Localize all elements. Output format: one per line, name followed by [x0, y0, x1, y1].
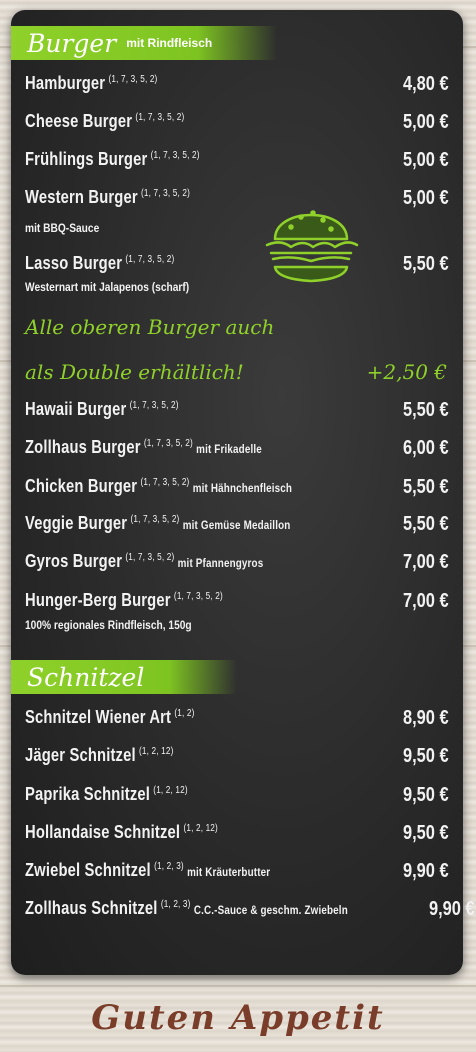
item-price: 7,00 €	[403, 590, 449, 612]
item-allergens: (1, 7, 3, 5, 2)	[141, 188, 190, 199]
item-name: Hunger-Berg Burger	[25, 590, 171, 610]
item-name: Schnitzel Wiener Art	[25, 707, 172, 727]
menu-item: Paprika Schnitzel (1, 2, 12) 9,50 €	[25, 784, 449, 807]
item-note: Westernart mit Jalapenos (scharf)	[25, 280, 190, 294]
burger-icon	[265, 210, 359, 283]
item-allergens: (1, 7, 3, 5, 2)	[129, 400, 179, 411]
item-price: 9,90 €	[428, 898, 475, 920]
item-name: Hawaii Burger	[25, 399, 127, 419]
menu-item: Gyros Burger (1, 7, 3, 5, 2) mit Pfannengy…	[25, 551, 449, 574]
item-name: Hollandaise Schnitzel	[25, 822, 181, 842]
item-name: Gyros Burger	[25, 551, 123, 571]
footer-greeting: Guten Appetit	[91, 998, 385, 1038]
item-price: 7,00 €	[403, 551, 449, 573]
item-name: Western Burger	[25, 187, 138, 207]
item-extra: mit Kräuterbutter	[187, 865, 271, 879]
item-name: Zollhaus Schnitzel	[25, 898, 158, 918]
menu-item: Jäger Schnitzel (1, 2, 12) 9,50 €	[25, 745, 449, 768]
item-price: 5,50 €	[403, 513, 449, 535]
item-extra: mit Hähnchenfleisch	[192, 481, 293, 495]
burger-section-banner: Burger mit Rindfleisch	[11, 26, 277, 60]
item-name: Zwiebel Schnitzel	[25, 860, 151, 880]
item-extra: C.C.-Sauce & geschm. Zwiebeln	[193, 903, 348, 917]
item-price: 9,90 €	[403, 860, 449, 882]
item-allergens: (1, 2, 12)	[183, 823, 218, 834]
item-price: 9,50 €	[403, 784, 449, 806]
menu-item: Lasso Burger (1, 7, 3, 5, 2) 5,50 €	[25, 253, 449, 276]
double-note-line1: Alle oberen Burger auch	[25, 315, 275, 339]
item-name: Hamburger	[25, 73, 106, 93]
item-note: mit BBQ-Sauce	[25, 221, 100, 235]
item-allergens: (1, 2, 12)	[153, 785, 188, 796]
item-allergens: (1, 2, 3)	[160, 899, 191, 910]
item-price: 5,00 €	[403, 187, 449, 209]
burger-section-subtitle: mit Rindfleisch	[126, 36, 213, 50]
menu-item: Zollhaus Burger (1, 7, 3, 5, 2) mit Frikad…	[25, 437, 449, 460]
chalkboard-menu: Burger mit Rindfleisch Hamburger (1, 7, 3…	[11, 10, 474, 975]
item-name: Veggie Burger	[25, 513, 128, 533]
item-allergens: (1, 7, 3, 5, 2)	[173, 591, 223, 602]
double-price: +2,50 €	[366, 360, 447, 384]
item-price: 5,00 €	[403, 111, 449, 133]
item-name: Cheese Burger	[25, 111, 133, 131]
item-price: 5,50 €	[403, 476, 449, 498]
item-allergens: (1, 7, 3, 5, 2)	[108, 74, 158, 85]
item-allergens: (1, 2)	[174, 708, 195, 719]
item-price: 9,50 €	[403, 822, 449, 844]
menu-item: Chicken Burger (1, 7, 3, 5, 2) mit Hähnche…	[25, 476, 449, 499]
menu-item: Zwiebel Schnitzel (1, 2, 3) mit Kräuterbut…	[25, 860, 449, 883]
item-price: 4,80 €	[403, 73, 449, 95]
item-price: 6,00 €	[403, 437, 449, 459]
item-name: Frühlings Burger	[25, 149, 148, 169]
item-extra: mit Pfannengyros	[177, 556, 264, 570]
item-extra: mit Gemüse Medaillon	[182, 518, 291, 532]
item-allergens: (1, 7, 3, 5, 2)	[135, 112, 185, 123]
item-allergens: (1, 2, 12)	[139, 746, 174, 757]
item-name: Chicken Burger	[25, 476, 138, 496]
item-allergens: (1, 7, 3, 5, 2)	[150, 150, 200, 161]
item-allergens: (1, 7, 3, 5, 2)	[143, 438, 193, 449]
item-name: Jäger Schnitzel	[25, 745, 136, 765]
item-name: Zollhaus Burger	[25, 437, 141, 457]
wood-plank-line	[0, 985, 476, 987]
menu-item: Western Burger (1, 7, 3, 5, 2) 5,00 €	[25, 187, 449, 210]
item-price: 5,00 €	[403, 149, 449, 171]
item-price: 5,50 €	[403, 253, 449, 275]
item-price: 9,50 €	[403, 745, 449, 767]
item-allergens: (1, 2, 3)	[154, 861, 184, 872]
item-allergens: (1, 7, 3, 5, 2)	[125, 552, 175, 563]
item-note: 100% regionales Rindfleisch, 150g	[25, 618, 192, 632]
schnitzel-section-title: Schnitzel	[27, 662, 145, 692]
menu-item: Hamburger (1, 7, 3, 5, 2) 4,80 €	[25, 73, 449, 96]
item-allergens: (1, 7, 3, 5, 2)	[140, 477, 190, 488]
double-note-line2: als Double erhältlich!	[25, 360, 244, 384]
item-allergens: (1, 7, 3, 5, 2)	[125, 254, 175, 265]
menu-item: Frühlings Burger (1, 7, 3, 5, 2) 5,00 €	[25, 149, 449, 172]
menu-item: Hawaii Burger (1, 7, 3, 5, 2) 5,50 €	[25, 399, 449, 422]
schnitzel-section-banner: Schnitzel	[11, 660, 237, 694]
item-extra: mit Frikadelle	[196, 442, 262, 456]
item-name: Lasso Burger	[25, 253, 123, 273]
menu-item: Zollhaus Schnitzel (1, 2, 3) C.C.-Sauce & …	[25, 898, 474, 921]
burger-section-title: Burger	[27, 28, 117, 58]
menu-item: Hunger-Berg Burger (1, 7, 3, 5, 2) 7,00 €	[25, 590, 449, 613]
item-name: Paprika Schnitzel	[25, 784, 151, 804]
menu-item: Schnitzel Wiener Art (1, 2) 8,90 €	[25, 707, 449, 730]
menu-item: Cheese Burger (1, 7, 3, 5, 2) 5,00 €	[25, 111, 449, 134]
item-price: 5,50 €	[403, 399, 449, 421]
item-allergens: (1, 7, 3, 5, 2)	[130, 514, 180, 525]
menu-item: Veggie Burger (1, 7, 3, 5, 2) mit Gemüse M…	[25, 513, 449, 536]
item-price: 8,90 €	[403, 707, 449, 729]
menu-item: Hollandaise Schnitzel (1, 2, 12) 9,50 €	[25, 822, 449, 845]
